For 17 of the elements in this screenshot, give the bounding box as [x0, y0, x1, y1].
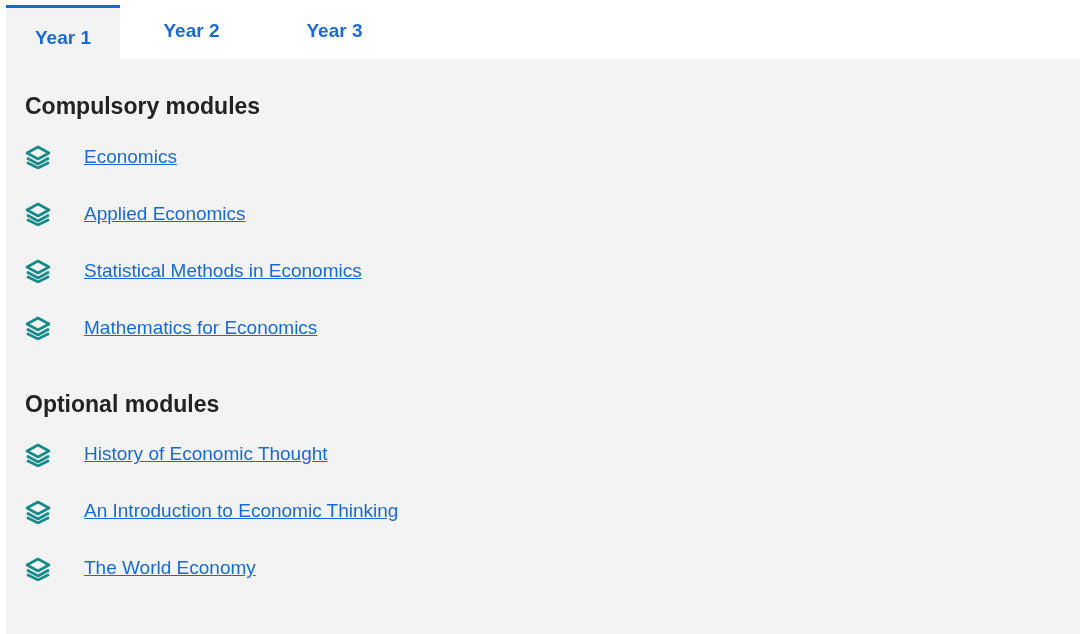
module-link[interactable]: The World Economy [84, 554, 256, 583]
layers-icon [25, 442, 51, 467]
module-link[interactable]: Applied Economics [84, 199, 246, 229]
module-link[interactable]: History of Economic Thought [84, 440, 328, 469]
layers-icon [25, 499, 51, 524]
layers-icon [25, 202, 51, 227]
section-heading: Optional modules [25, 390, 221, 419]
module-link[interactable]: An Introduction to Economic Thinking [84, 497, 399, 526]
layers-icon [25, 259, 51, 284]
module-link[interactable]: Mathematics for Economics [84, 313, 318, 343]
layers-icon [25, 145, 51, 170]
module-link[interactable]: Economics [84, 142, 177, 172]
module-link[interactable]: Statistical Methods in Economics [84, 256, 362, 286]
layers-icon [25, 316, 51, 341]
tab[interactable]: Year 1 [6, 5, 120, 59]
layers-icon [25, 556, 51, 581]
section-heading: Compulsory modules [25, 93, 262, 121]
